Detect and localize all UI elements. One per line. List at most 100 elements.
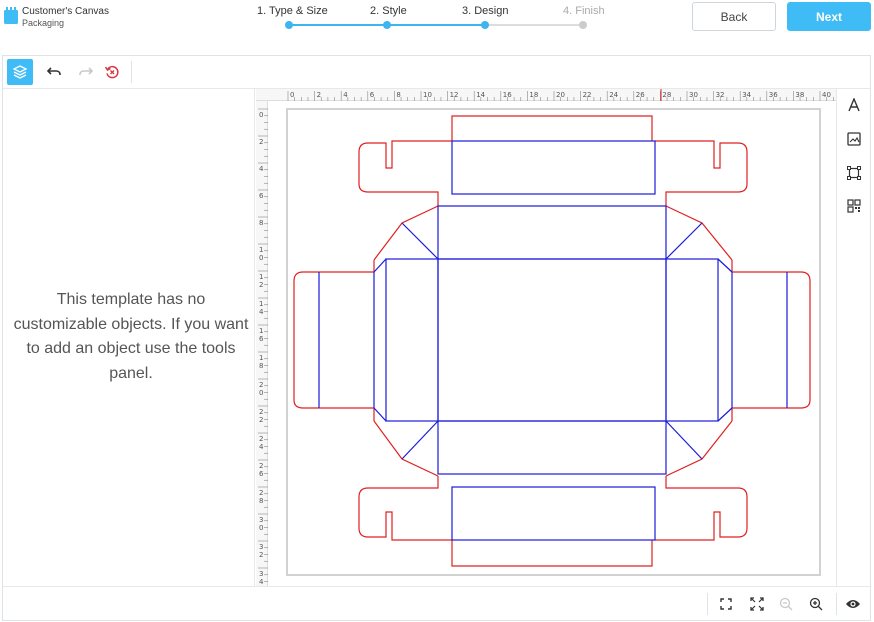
ruler-label: 36 (769, 91, 778, 99)
tools-panel (836, 89, 870, 586)
ruler-label: 1 (259, 354, 263, 362)
ruler-label: 2 (259, 462, 263, 470)
ruler-horizontal: 0 2 4 6 8 10 12 14 16 18 20 22 24 26 28 30 32 34 36 38 40 (256, 89, 836, 101)
ruler-label: 6 (259, 470, 264, 478)
step-connector (288, 24, 386, 26)
ruler-label: 4 (259, 165, 264, 173)
brand-subtitle: Packaging (22, 18, 65, 28)
ruler-label: 6 (259, 335, 264, 343)
design-canvas-area[interactable]: 0 2 4 6 8 10 12 14 16 18 20 22 24 26 28 30 32 34 36 38 40 02… (256, 89, 836, 586)
ruler-label: 10 (423, 91, 432, 99)
redo-icon (79, 67, 94, 75)
ruler-label: 1 (259, 246, 263, 254)
zoom-bar-divider (836, 593, 837, 615)
ruler-label: 4 (259, 308, 264, 316)
ruler-label: 1 (259, 327, 263, 335)
ruler-label: 34 (742, 91, 751, 99)
ruler-label: 0 (290, 91, 294, 99)
ruler-label: 30 (689, 91, 698, 99)
ruler-label: 2 (259, 281, 263, 289)
ruler-label: 2 (259, 551, 263, 559)
ruler-label: 0 (259, 524, 263, 532)
editor-frame: This template has no customizable object… (2, 55, 871, 621)
zoom-in-icon (809, 597, 823, 611)
brand-logo-icon (4, 7, 18, 24)
design-page[interactable] (286, 108, 821, 576)
ruler-label: 0 (259, 389, 263, 397)
ruler-label: 2 (317, 91, 321, 99)
fullscreen-icon (750, 597, 764, 611)
ruler-label: 28 (662, 91, 671, 99)
ruler-label: 32 (716, 91, 725, 99)
next-button[interactable]: Next (787, 2, 871, 31)
undo-icon (46, 67, 61, 75)
fullscreen-button[interactable] (748, 595, 766, 613)
redo-button[interactable] (73, 59, 99, 85)
step-connector (484, 24, 582, 26)
ruler-label: 0 (259, 111, 263, 119)
ruler-label: 22 (583, 91, 592, 99)
ruler-label: 2 (259, 416, 263, 424)
text-tool-icon (848, 98, 860, 112)
ruler-label: 24 (609, 91, 618, 99)
step-dot-design[interactable] (481, 21, 489, 29)
layers-button[interactable] (7, 59, 33, 85)
ruler-label: 2 (259, 138, 263, 146)
toolbar-divider (131, 61, 132, 83)
ruler-label: 2 (259, 381, 263, 389)
step-dot-finish (579, 21, 587, 29)
step-design[interactable]: 3. Design (462, 5, 508, 17)
zoom-bar (3, 586, 870, 620)
ruler-label: 8 (259, 362, 263, 370)
editor-toolbar (3, 56, 870, 89)
ruler-vertical: 0246810121416182022242628303234 (256, 101, 268, 586)
step-style[interactable]: 2. Style (370, 5, 407, 17)
top-bar: Customer's Canvas Packaging 1. Type & Si… (0, 0, 874, 42)
ruler-label: 6 (259, 192, 264, 200)
ruler-label: 8 (259, 497, 263, 505)
ruler-label: 26 (636, 91, 645, 99)
ruler-label: 0 (259, 254, 263, 262)
ruler-label: 20 (556, 91, 565, 99)
ruler-label: 12 (450, 91, 459, 99)
ruler-label: 6 (370, 91, 375, 99)
zoom-out-button[interactable] (777, 595, 795, 613)
ruler-label: 4 (259, 443, 264, 451)
image-tool-icon (847, 132, 861, 146)
ruler-label: 3 (259, 516, 263, 524)
ruler-label: 1 (259, 300, 263, 308)
ruler-label: 18 (529, 91, 538, 99)
add-text-button[interactable] (845, 96, 863, 114)
ruler-label: 2 (259, 435, 263, 443)
ruler-label: 1 (259, 273, 263, 281)
add-shape-button[interactable] (845, 164, 863, 182)
ruler-label: 3 (259, 570, 263, 578)
back-button[interactable]: Back (692, 2, 776, 31)
objects-panel: This template has no customizable object… (3, 89, 255, 586)
revert-button[interactable] (99, 59, 125, 85)
ruler-label: 16 (503, 91, 512, 99)
undo-button[interactable] (41, 59, 67, 85)
fit-to-screen-icon (720, 598, 732, 610)
ruler-label: 38 (795, 91, 804, 99)
step-dot-type-size[interactable] (285, 21, 293, 29)
ruler-label: 3 (259, 543, 263, 551)
add-image-button[interactable] (845, 130, 863, 148)
brand-title: Customer's Canvas (22, 6, 109, 17)
dieline-fold-lines (318, 140, 788, 541)
layers-icon (12, 65, 28, 79)
zoom-out-icon (779, 597, 793, 611)
dieline-drawing (293, 115, 811, 567)
zoom-in-button[interactable] (807, 595, 825, 613)
ruler-horizontal-ticks: 0 2 4 6 8 10 12 14 16 18 20 22 24 26 28 30 32 34 36 38 40 (287, 89, 834, 101)
ruler-vertical-ticks: 0246810121416182022242628303234 (258, 108, 268, 586)
fit-to-screen-button[interactable] (717, 595, 735, 613)
ruler-label: 2 (259, 408, 263, 416)
step-dot-style[interactable] (383, 21, 391, 29)
step-type-size[interactable]: 1. Type & Size (257, 5, 328, 17)
empty-objects-message: This template has no customizable object… (13, 291, 249, 382)
ruler-label: 40 (822, 91, 831, 99)
preview-button[interactable] (844, 595, 862, 613)
step-connector (386, 24, 484, 26)
add-qr-code-button[interactable] (845, 197, 863, 215)
